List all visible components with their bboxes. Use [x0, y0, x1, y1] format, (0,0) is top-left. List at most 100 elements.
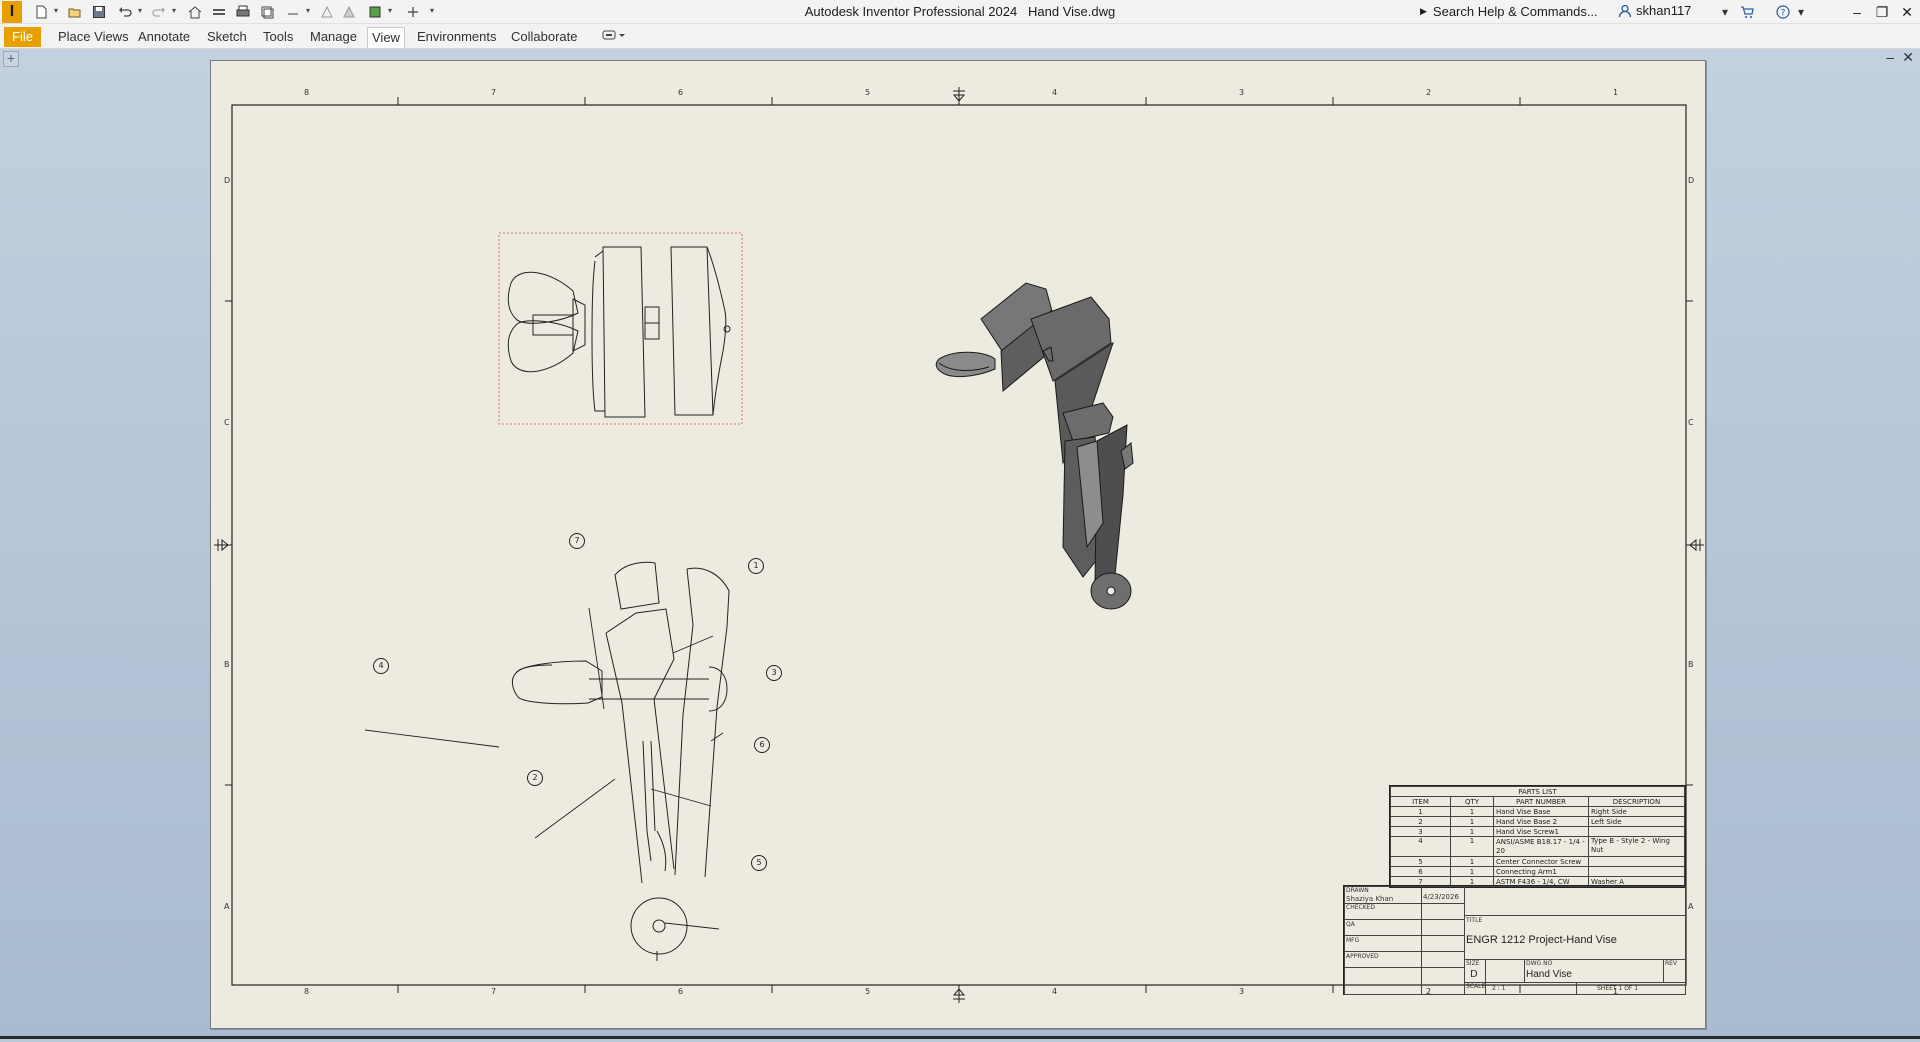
inventor-logo-icon[interactable]: I: [2, 1, 22, 23]
chevron-down-icon[interactable]: ▾: [1716, 3, 1734, 21]
redo-icon[interactable]: [150, 3, 168, 21]
document-minimize-icon[interactable]: –: [1886, 49, 1894, 65]
iproperties-icon[interactable]: [366, 3, 384, 21]
table-row: 1 1 Hand Vise Base Right Side: [1390, 806, 1685, 817]
zone-number: 4: [1052, 88, 1058, 97]
zone-letter: D: [1688, 176, 1695, 185]
add-document-tab-icon[interactable]: +: [3, 51, 19, 67]
rev-label: REV: [1665, 960, 1678, 967]
balloon-7[interactable]: 7: [569, 533, 585, 549]
undo-icon[interactable]: [116, 3, 134, 21]
scale-value: 2 : 1: [1492, 985, 1506, 992]
zone-number: 6: [678, 987, 684, 996]
table-row: 6 1 Connecting Arm1: [1390, 866, 1685, 877]
table-row: 3 1 Hand Vise Screw1: [1390, 826, 1685, 837]
column-header: DESCRIPTION: [1588, 796, 1685, 807]
iproperties-dropdown-icon[interactable]: ▾: [386, 4, 394, 18]
close-icon[interactable]: ✕: [1896, 1, 1918, 23]
status-line: [0, 1036, 1920, 1039]
mfg-label: MFG: [1346, 937, 1360, 944]
zone-number: 8: [304, 987, 310, 996]
column-header: QTY: [1450, 796, 1494, 807]
tab-environments[interactable]: Environments: [413, 28, 500, 46]
qa-label: QA: [1346, 921, 1355, 928]
chevron-right-icon: ▶: [1420, 6, 1427, 16]
redo-dropdown-icon[interactable]: ▾: [170, 4, 178, 18]
drawn-date: 4/23/2026: [1423, 893, 1459, 901]
zone-number: 8: [304, 88, 310, 97]
graphics-window[interactable]: + – ✕ 8 7 6 5 4 3 2 1 8 7 6 5 4 3 2 1 D …: [0, 49, 1920, 1039]
zone-number: 5: [865, 88, 871, 97]
help-icon[interactable]: ?: [1774, 3, 1792, 21]
home-icon[interactable]: [186, 3, 204, 21]
scale-label: SCALE: [1466, 983, 1486, 990]
balloon-3[interactable]: 3: [766, 665, 782, 681]
zone-number: 4: [1052, 987, 1058, 996]
zone-number: 6: [678, 88, 684, 97]
drawn-name: Shaziya Khan: [1346, 895, 1394, 903]
tab-annotate[interactable]: Annotate: [134, 28, 194, 46]
ribbon-display-options-icon[interactable]: [598, 28, 630, 46]
title-label: TITLE: [1466, 917, 1483, 924]
new-dropdown-icon[interactable]: ▾: [52, 4, 60, 18]
drawing-sheet[interactable]: 8 7 6 5 4 3 2 1 8 7 6 5 4 3 2 1 D C B A …: [210, 60, 1706, 1029]
minimize-icon[interactable]: –: [1846, 1, 1868, 23]
zone-letter: B: [1688, 660, 1694, 669]
undo-dropdown-icon[interactable]: ▾: [136, 4, 144, 18]
drawing-title: ENGR 1212 Project-Hand Vise: [1466, 934, 1617, 946]
zone-letter: C: [224, 418, 230, 427]
search-help[interactable]: ▶ Search Help & Commands...: [1420, 4, 1598, 19]
restore-icon[interactable]: ❐: [1871, 1, 1893, 23]
tab-tools[interactable]: Tools: [259, 28, 297, 46]
help-dropdown-icon[interactable]: ▾: [1792, 3, 1810, 21]
tab-file[interactable]: File: [4, 27, 41, 47]
zone-number: 2: [1426, 88, 1432, 97]
project-icon[interactable]: [258, 3, 276, 21]
document-title: Hand Vise.dwg: [1028, 4, 1116, 19]
cart-icon[interactable]: [1738, 3, 1756, 21]
balloon-2[interactable]: 2: [527, 770, 543, 786]
print-icon[interactable]: [234, 3, 252, 21]
open-icon[interactable]: [66, 3, 84, 21]
balloon-5[interactable]: 5: [751, 855, 767, 871]
tab-manage[interactable]: Manage: [306, 28, 361, 46]
balloon-6[interactable]: 6: [754, 737, 770, 753]
add-icon[interactable]: [404, 3, 422, 21]
zone-letter: A: [1688, 902, 1694, 911]
zone-number: 3: [1239, 987, 1245, 996]
user-account[interactable]: skhan117: [1618, 3, 1691, 18]
tab-place-views[interactable]: Place Views: [54, 28, 133, 46]
tab-view[interactable]: View: [367, 27, 405, 48]
approved-label: APPROVED: [1346, 953, 1379, 960]
tab-sketch[interactable]: Sketch: [203, 28, 251, 46]
material-icon[interactable]: [340, 3, 358, 21]
table-row: 5 1 Center Connector Screw: [1390, 856, 1685, 867]
dwg-no-label: DWG NO: [1526, 960, 1553, 967]
save-icon[interactable]: [90, 3, 108, 21]
update-icon[interactable]: [210, 3, 228, 21]
title-block[interactable]: DRAWN Shaziya Khan 4/23/2026 CHECKED QA …: [1343, 885, 1686, 995]
measure-icon[interactable]: [284, 3, 302, 21]
customize-quick-access-icon[interactable]: ▾: [428, 4, 436, 18]
title-bar: I ▾ ▾ ▾ ▾ ▾ ▾ Autodesk Inventor Professi…: [0, 0, 1920, 24]
balloon-1[interactable]: 1: [748, 558, 764, 574]
column-header: PART NUMBER: [1493, 796, 1589, 807]
svg-text:?: ?: [1781, 9, 1786, 19]
measure-dropdown-icon[interactable]: ▾: [304, 4, 312, 18]
ribbon-tabs: File Place Views Annotate Sketch Tools M…: [0, 24, 1920, 49]
tab-collaborate[interactable]: Collaborate: [507, 28, 582, 46]
balloon-4[interactable]: 4: [373, 658, 389, 674]
column-header: ITEM: [1390, 796, 1451, 807]
zone-letter: D: [224, 176, 231, 185]
search-help-label: Search Help & Commands...: [1432, 4, 1598, 19]
size-label: SIZE: [1466, 960, 1480, 967]
appearance-icon[interactable]: [318, 3, 336, 21]
zone-letter: C: [1688, 418, 1694, 427]
zone-number: 5: [865, 987, 871, 996]
new-icon[interactable]: [32, 3, 50, 21]
zone-letter: B: [224, 660, 230, 669]
zone-letter: A: [224, 902, 230, 911]
parts-list[interactable]: PARTS LIST ITEM QTY PART NUMBER DESCRIPT…: [1389, 785, 1686, 888]
document-close-icon[interactable]: ✕: [1902, 49, 1914, 66]
dwg-no: Hand Vise: [1526, 969, 1572, 980]
